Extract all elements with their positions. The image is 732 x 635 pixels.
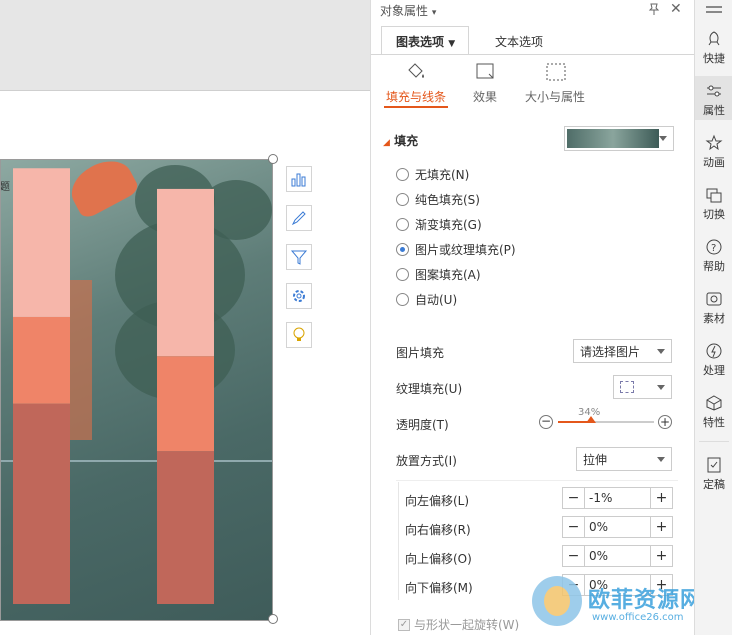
- subtab-size-properties[interactable]: 大小与属性: [525, 88, 585, 105]
- right-sidebar: 快捷 属性 动画 切换 ? 帮助 素材 处理 特性 定稿: [694, 0, 732, 635]
- sidebar-divider: [699, 441, 729, 442]
- transparency-value: 34%: [578, 407, 601, 418]
- picture-fill-label: 图片填充: [396, 346, 445, 360]
- radio-auto-fill[interactable]: 自动(U): [396, 291, 457, 308]
- checkmark-icon: ✓: [398, 618, 410, 631]
- watermark-logo: [532, 576, 582, 626]
- fill-preview-swatch: [567, 129, 659, 148]
- plus-icon[interactable]: +: [650, 546, 672, 566]
- fill-section-header[interactable]: ◢ 填充: [383, 132, 418, 149]
- sidebar-item-process[interactable]: 处理: [695, 336, 732, 380]
- panel-title: 对象属性 ▾: [380, 4, 437, 18]
- sidebar-item-finalize[interactable]: 定稿: [695, 450, 732, 494]
- minus-icon[interactable]: −: [563, 517, 585, 537]
- rotate-with-shape-checkbox[interactable]: ✓ 与形状一起旋转(W): [398, 616, 519, 633]
- offset-right-label: 向右偏移(R): [405, 523, 471, 537]
- radio-no-fill[interactable]: 无填充(N): [396, 166, 469, 183]
- check-document-icon: [707, 457, 721, 473]
- collapse-triangle-icon: ◢: [383, 138, 390, 148]
- transparency-label: 透明度(T): [396, 418, 449, 432]
- transition-icon: [706, 188, 722, 203]
- tab-text-options[interactable]: 文本选项: [495, 33, 543, 50]
- active-subtab-underline: [384, 106, 448, 108]
- close-icon[interactable]: ✕: [670, 1, 682, 17]
- sidebar-item-properties[interactable]: 属性: [695, 76, 732, 120]
- offset-right-stepper[interactable]: −0% +: [562, 516, 673, 538]
- offset-left-stepper[interactable]: − -1% +: [562, 487, 673, 509]
- sidebar-item-assets[interactable]: 素材: [695, 284, 732, 328]
- object-properties-panel: 对象属性 ▾ ✕ 图表选项 ▼ 文本选项 填充与线条 效果 大小与属性 ◢ 填充: [370, 0, 695, 635]
- offset-left-label: 向左偏移(L): [405, 494, 470, 508]
- subtab-fill-line[interactable]: 填充与线条: [386, 88, 446, 105]
- sidebar-item-quick[interactable]: 快捷: [695, 24, 732, 68]
- slide-canvas: 题: [0, 0, 370, 635]
- watermark-url: www.office26.com: [592, 612, 684, 623]
- chart-filter-icon[interactable]: [286, 244, 312, 270]
- picture-fill-select[interactable]: 请选择图片: [573, 339, 672, 363]
- resize-handle-top-right[interactable]: [268, 154, 278, 164]
- texture-fill-select[interactable]: [613, 375, 672, 399]
- sidebar-item-transition[interactable]: 切换: [695, 180, 732, 224]
- sidebar-item-animation[interactable]: 动画: [695, 128, 732, 172]
- radio-solid-fill[interactable]: 纯色填充(S): [396, 191, 480, 208]
- effects-icon[interactable]: [475, 62, 497, 85]
- radio-pattern-fill[interactable]: 图案填充(A): [396, 266, 481, 283]
- chart-smart-bulb-icon[interactable]: [286, 322, 312, 348]
- pin-icon[interactable]: [647, 2, 661, 19]
- offset-top-input[interactable]: 0%: [589, 549, 608, 563]
- transparency-decrease-icon[interactable]: −: [539, 415, 553, 429]
- plus-icon[interactable]: +: [650, 517, 672, 537]
- offset-right-input[interactable]: 0%: [589, 520, 608, 534]
- placement-select[interactable]: 拉伸: [576, 447, 672, 471]
- resize-handle-bottom-right[interactable]: [268, 614, 278, 624]
- radio-gradient-fill[interactable]: 渐变填充(G): [396, 216, 482, 233]
- sliders-icon: [707, 85, 721, 97]
- tab-chart-options[interactable]: 图表选项 ▼: [381, 26, 469, 54]
- chart-selection-frame[interactable]: [0, 159, 273, 621]
- fill-line-bucket-icon[interactable]: [405, 62, 427, 85]
- placement-label: 放置方式(I): [396, 454, 457, 468]
- chart-style-brush-icon[interactable]: [286, 205, 312, 231]
- chart-elements-icon[interactable]: [286, 166, 312, 192]
- offset-left-input[interactable]: -1%: [589, 491, 612, 505]
- size-properties-icon[interactable]: [545, 62, 567, 85]
- watermark-text: 欧菲资源网: [588, 588, 704, 613]
- offset-top-label: 向上偏移(O): [405, 552, 472, 566]
- watermark-logo-inner: [544, 586, 570, 616]
- star-icon: [705, 134, 723, 151]
- offset-top-stepper[interactable]: −0% +: [562, 545, 673, 567]
- assets-icon: [706, 292, 722, 306]
- help-icon: ?: [706, 239, 722, 255]
- fill-preview-dropdown[interactable]: [564, 126, 674, 151]
- transparency-slider[interactable]: [558, 416, 654, 423]
- svg-text:?: ?: [711, 243, 716, 254]
- offset-bottom-label: 向下偏移(M): [405, 581, 473, 595]
- process-icon: [706, 343, 722, 359]
- offset-group-divider: [396, 480, 678, 481]
- texture-swatch: [620, 381, 634, 393]
- menu-icon[interactable]: [706, 6, 722, 8]
- cube-icon: [706, 395, 722, 411]
- chart-settings-gear-icon[interactable]: [286, 283, 312, 309]
- rocket-icon: [708, 31, 720, 46]
- minus-icon[interactable]: −: [563, 488, 585, 508]
- texture-fill-label: 纹理填充(U): [396, 382, 463, 396]
- plus-icon[interactable]: +: [650, 488, 672, 508]
- radio-picture-texture-fill[interactable]: 图片或纹理填充(P): [396, 241, 516, 258]
- sidebar-item-features[interactable]: 特性: [695, 388, 732, 432]
- subtab-effects[interactable]: 效果: [473, 88, 497, 105]
- transparency-increase-icon[interactable]: +: [658, 415, 672, 429]
- tab-divider: [371, 54, 695, 55]
- sidebar-item-help[interactable]: ? 帮助: [695, 232, 732, 276]
- minus-icon[interactable]: −: [563, 546, 585, 566]
- offset-group-border: [398, 482, 399, 600]
